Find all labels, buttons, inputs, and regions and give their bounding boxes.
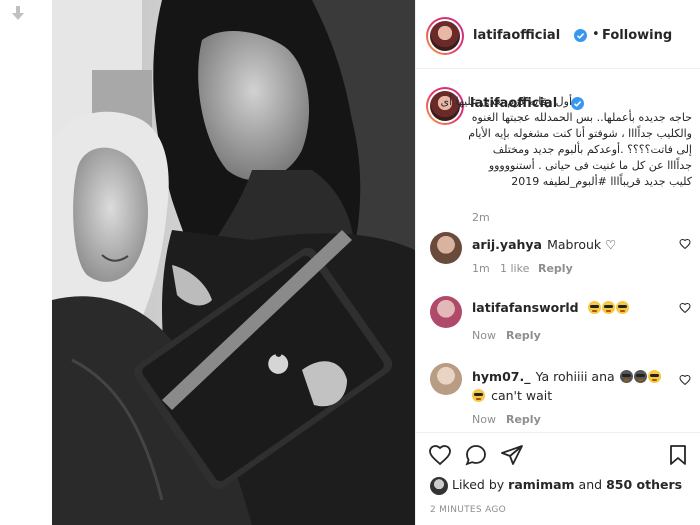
reply-button[interactable]: Reply <box>506 329 541 342</box>
comment-time: Now <box>472 413 496 426</box>
caption-line: جداًااا عن كل ما غنيت فى حياتى . أستنووو… <box>488 159 692 172</box>
reply-button[interactable]: Reply <box>538 262 573 275</box>
caption-text: أول رقابه لازم يعدى عليها أى حاجه جديده … <box>440 94 692 190</box>
comment-avatar[interactable] <box>430 363 462 395</box>
comment-avatar[interactable] <box>430 232 462 264</box>
comment-avatar[interactable] <box>430 296 462 328</box>
verified-badge-icon <box>574 29 587 42</box>
liked-by-text: Liked by ramimam and 850 others <box>452 477 682 492</box>
liked-and: and <box>578 477 603 492</box>
comment-text: Ya rohiiii ana <box>535 369 615 384</box>
reply-button[interactable]: Reply <box>506 413 541 426</box>
post-actions: Liked by ramimam and 850 others 2 MINUTE… <box>416 432 700 525</box>
left-gutter <box>0 0 52 525</box>
share-icon[interactable] <box>500 443 524 467</box>
liked-by-avatar[interactable] <box>430 477 448 495</box>
caption-line: أول رقابه لازم يعدى عليها أى <box>440 95 572 108</box>
liked-count[interactable]: 850 others <box>606 477 682 492</box>
caption-line: والكليب جداًااا ، شوفتو أنا كنت مشغوله ب… <box>468 127 692 140</box>
emoji-icon <box>587 297 630 316</box>
post-photo[interactable] <box>52 0 415 525</box>
comment-heart-icon[interactable] <box>679 238 691 250</box>
comment-body: latifafansworld <box>472 297 692 316</box>
comment-time: 1m <box>472 262 490 275</box>
liked-user[interactable]: ramimam <box>508 477 574 492</box>
comment-text: Mabrouk ♡ <box>547 237 617 252</box>
comment-text: can't wait <box>491 388 553 403</box>
caption-time: 2m <box>472 211 490 224</box>
instagram-post-page: latifaofficial • Following latifaofficia… <box>0 0 700 525</box>
comment-body: arij.yahya Mabrouk ♡ <box>472 234 692 253</box>
header-separator: • <box>592 27 600 42</box>
header-username[interactable]: latifaofficial <box>473 28 560 43</box>
liked-prefix: Liked by <box>452 477 505 492</box>
comment-heart-icon[interactable] <box>679 302 691 314</box>
emoji-icon <box>619 366 662 385</box>
bookmark-icon[interactable] <box>666 443 690 467</box>
caption-line: كليب جديد قريباًااا #ألبوم_لطيفه 2019 <box>511 175 692 188</box>
post-image <box>52 0 415 525</box>
comment-heart-icon[interactable] <box>679 374 691 386</box>
download-arrow-icon[interactable] <box>12 6 24 20</box>
following-button[interactable]: Following <box>602 28 672 43</box>
header-avatar[interactable] <box>426 17 464 55</box>
post-time-ago[interactable]: 2 MINUTES AGO <box>430 505 506 515</box>
comment-body: hym07._ Ya rohiiii ana can't wait <box>472 367 682 405</box>
comment-likes[interactable]: 1 like <box>500 262 529 275</box>
post-header: latifaofficial • Following <box>416 0 700 69</box>
comment-username[interactable]: hym07._ <box>472 369 530 384</box>
comment-time: Now <box>472 329 496 342</box>
comment-icon[interactable] <box>464 443 488 467</box>
caption-line: إلى فاتت؟؟؟؟ .أوعدكم بألبوم جديد ومختلف <box>492 143 692 156</box>
heart-icon[interactable] <box>428 443 452 467</box>
caption-line: حاجه جديده بأعملها.. بس الحمدلله عجبتها … <box>471 111 692 124</box>
comment-username[interactable]: latifafansworld <box>472 300 579 315</box>
comment-username[interactable]: arij.yahya <box>472 237 542 252</box>
post-side-panel: latifaofficial • Following latifaofficia… <box>415 0 700 525</box>
